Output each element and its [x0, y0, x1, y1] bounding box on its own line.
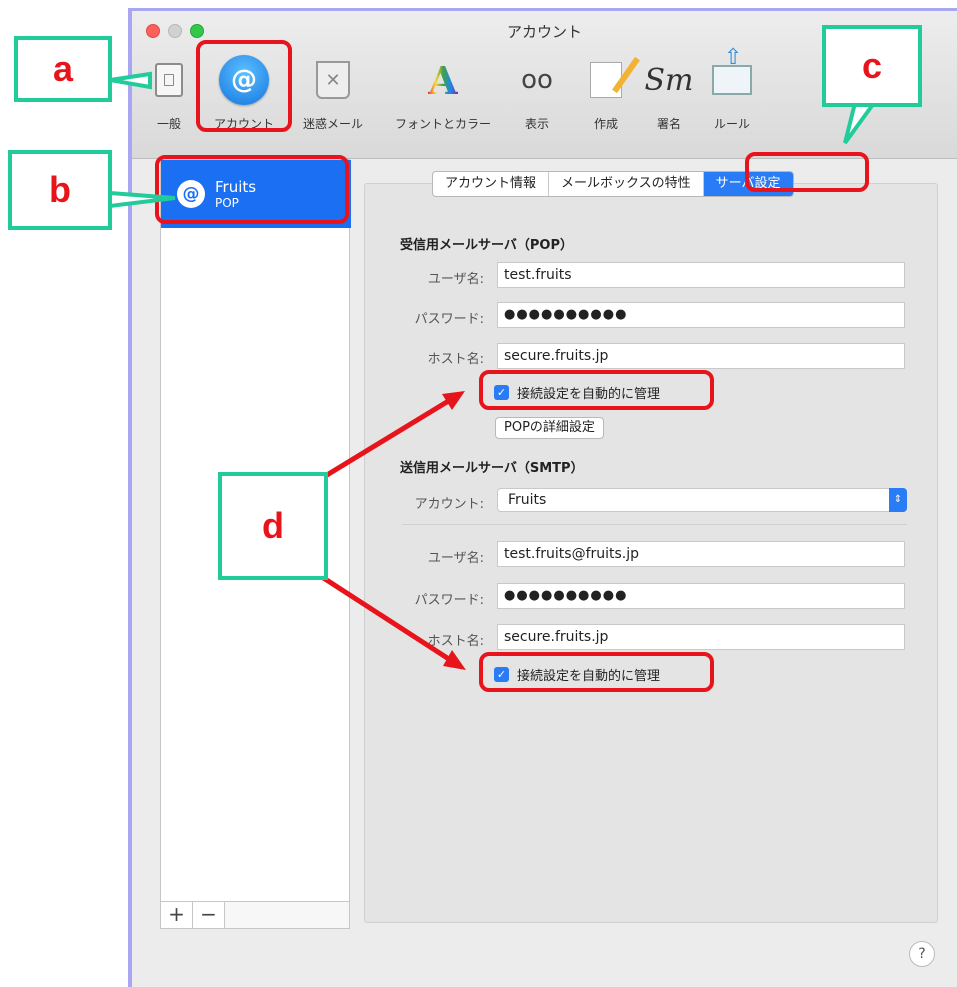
outgoing-password-label: パスワード:	[414, 593, 484, 608]
general-icon	[155, 63, 183, 97]
toolbar-rules-label: ルール	[713, 117, 750, 131]
callout-a: a	[14, 36, 112, 102]
add-account-button[interactable]: +	[161, 902, 193, 928]
toolbar-composing[interactable]: 作成	[571, 51, 641, 132]
remove-account-button[interactable]: −	[193, 902, 225, 928]
callout-c: c	[822, 25, 922, 107]
junk-mail-icon: ✕	[316, 61, 350, 99]
incoming-password-label: パスワード:	[414, 312, 484, 327]
highlight-outgoing-auto-manage	[479, 652, 714, 692]
rules-icon	[712, 45, 752, 95]
toolbar-viewing[interactable]: oo 表示	[502, 51, 572, 132]
glasses-icon: oo	[521, 65, 553, 95]
highlight-server-settings-tab	[745, 152, 869, 192]
incoming-host-label: ホスト名:	[427, 352, 484, 367]
outgoing-username-label: ユーザ名:	[427, 551, 484, 566]
incoming-host-field[interactable]: secure.fruits.jp	[497, 343, 905, 369]
incoming-password-field[interactable]: ●●●●●●●●●●	[497, 302, 905, 328]
smtp-account-select[interactable]: Fruits ⇕	[497, 488, 907, 512]
pop-advanced-settings-button[interactable]: POPの詳細設定	[495, 417, 604, 439]
toolbar-junk-mail[interactable]: ✕ 迷惑メール	[288, 51, 378, 132]
tab-mailbox-behaviors[interactable]: メールボックスの特性	[549, 172, 704, 196]
tab-account-info[interactable]: アカウント情報	[433, 172, 550, 196]
outgoing-host-label: ホスト名:	[427, 634, 484, 649]
smtp-account-value: Fruits	[508, 492, 547, 508]
toolbar-rules[interactable]: ルール	[692, 45, 772, 132]
outgoing-username-field[interactable]: test.fruits@fruits.jp	[497, 541, 905, 567]
incoming-username-label: ユーザ名:	[427, 272, 484, 287]
highlight-account-item	[155, 155, 349, 224]
incoming-server-heading: 受信用メールサーバ（POP）	[400, 238, 573, 253]
help-button[interactable]: ?	[909, 941, 935, 967]
pencil-icon	[590, 62, 622, 98]
divider	[402, 524, 907, 525]
highlight-incoming-auto-manage	[479, 370, 714, 410]
toolbar-viewing-label: 表示	[524, 117, 549, 131]
font-icon: A	[428, 57, 458, 103]
outgoing-account-label: アカウント:	[414, 497, 484, 512]
toolbar-fonts-colors-label: フォントとカラー	[394, 117, 491, 131]
callout-b: b	[8, 150, 112, 230]
toolbar-junk-mail-label: 迷惑メール	[302, 117, 363, 131]
outgoing-password-field[interactable]: ●●●●●●●●●●	[497, 583, 905, 609]
toolbar-composing-label: 作成	[593, 117, 618, 131]
highlight-accounts-toolbar	[196, 40, 292, 132]
outgoing-host-field[interactable]: secure.fruits.jp	[497, 624, 905, 650]
chevron-updown-icon: ⇕	[889, 488, 907, 512]
callout-d: d	[218, 472, 328, 580]
toolbar-fonts-colors[interactable]: A フォントとカラー	[388, 51, 498, 132]
outgoing-server-heading: 送信用メールサーバ（SMTP）	[400, 461, 584, 476]
tab-bar: アカウント情報 メールボックスの特性 サーバ設定	[432, 171, 794, 197]
incoming-username-field[interactable]: test.fruits	[497, 262, 905, 288]
signature-icon: Sm	[644, 62, 694, 98]
